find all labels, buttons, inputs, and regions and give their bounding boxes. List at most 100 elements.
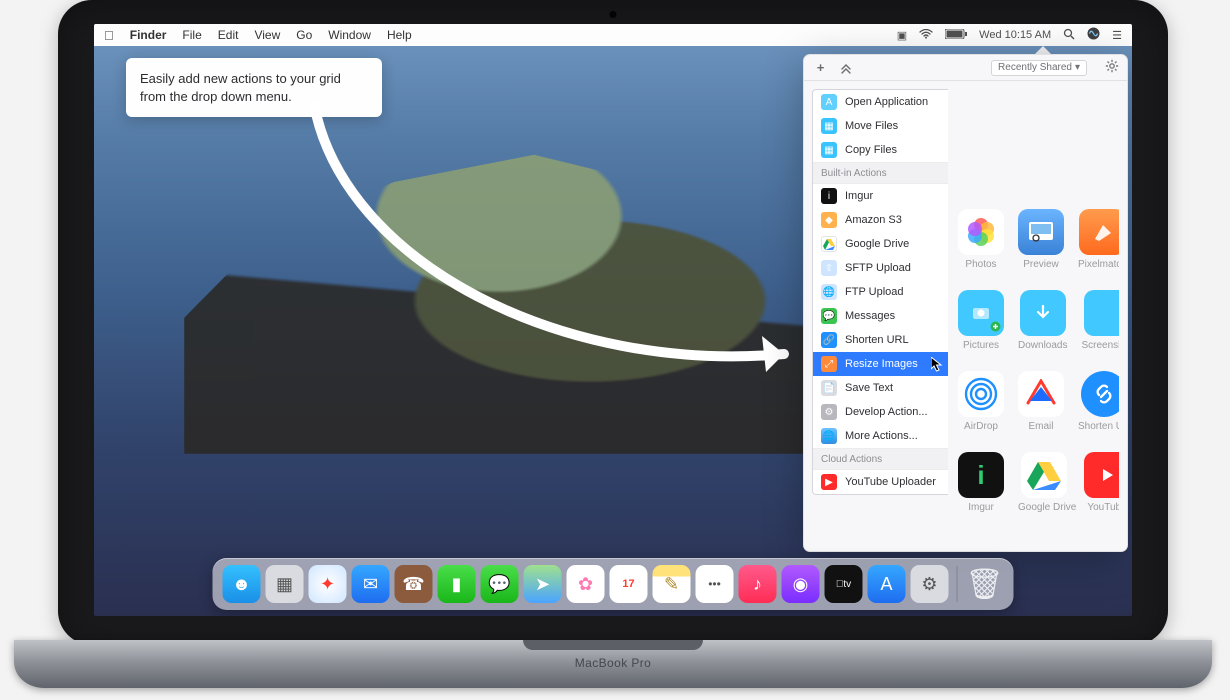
- messages-icon: 💬: [821, 308, 837, 324]
- dock-calendar[interactable]: 17: [610, 565, 648, 603]
- dock-notes[interactable]: ✎: [653, 565, 691, 603]
- tile-screenshots[interactable]: Screenshots: [1081, 290, 1119, 351]
- dock-podcasts[interactable]: ◉: [782, 565, 820, 603]
- photos-icon: [958, 209, 1004, 255]
- laptop-brand-label: MacBook Pro: [575, 656, 651, 670]
- settings-button[interactable]: [1105, 59, 1119, 76]
- gear-small-icon: ⚙: [821, 404, 837, 420]
- tile-google-drive[interactable]: Google Drive: [1018, 452, 1070, 513]
- dock-photos[interactable]: ✿: [567, 565, 605, 603]
- tile-email[interactable]: Email: [1018, 371, 1064, 432]
- battery-icon[interactable]: [945, 29, 967, 42]
- folder-downloads-icon: [1020, 290, 1066, 336]
- menu-edit[interactable]: Edit: [218, 28, 239, 42]
- dock-facetime[interactable]: ▮: [438, 565, 476, 603]
- screen-mirror-icon[interactable]: ▣: [897, 29, 907, 42]
- siri-icon[interactable]: [1087, 27, 1100, 43]
- menu-develop-action[interactable]: ⚙Develop Action...: [813, 400, 948, 424]
- actions-dropdown-menu: AOpen Application ▦Move Files ▦Copy File…: [812, 89, 948, 495]
- mac-menubar:  Finder File Edit View Go Window Help ▣: [94, 24, 1132, 46]
- application-icon: A: [821, 94, 837, 110]
- pixelmator-icon: [1079, 209, 1119, 255]
- tile-photos[interactable]: Photos: [958, 209, 1004, 270]
- menu-amazon-s3[interactable]: ◆Amazon S3: [813, 208, 948, 232]
- google-drive-icon: [821, 236, 837, 252]
- tile-pictures[interactable]: Pictures: [958, 290, 1004, 351]
- dock-reminders[interactable]: •••: [696, 565, 734, 603]
- laptop-frame:  Finder File Edit View Go Window Help ▣: [58, 0, 1168, 700]
- menu-resize-images[interactable]: ⤢Resize Images: [813, 352, 948, 376]
- dock-appstore[interactable]: A: [868, 565, 906, 603]
- imgur-icon: i: [821, 188, 837, 204]
- tile-downloads[interactable]: Downloads: [1018, 290, 1067, 351]
- menu-move-files[interactable]: ▦Move Files: [813, 114, 948, 138]
- dock-finder[interactable]: ☻: [223, 565, 261, 603]
- dock-settings[interactable]: ⚙: [911, 565, 949, 603]
- menu-google-drive[interactable]: Google Drive: [813, 232, 948, 256]
- dropzone-panel: + Recently Shared ▾ AOpen Application ▦M…: [803, 54, 1128, 552]
- wifi-icon[interactable]: [919, 29, 933, 42]
- section-builtin-header: Built-in Actions: [813, 162, 948, 184]
- dock-safari[interactable]: ✦: [309, 565, 347, 603]
- menu-copy-files[interactable]: ▦Copy Files: [813, 138, 948, 162]
- email-icon: [1018, 371, 1064, 417]
- filter-dropdown[interactable]: Recently Shared ▾: [991, 60, 1087, 76]
- notification-center-icon[interactable]: ☰: [1112, 29, 1122, 42]
- menu-go[interactable]: Go: [296, 28, 312, 42]
- tile-youtube[interactable]: YouTube: [1084, 452, 1119, 513]
- menu-save-text[interactable]: 📄Save Text: [813, 376, 948, 400]
- youtube-icon: ▶: [821, 474, 837, 490]
- clock[interactable]: Wed 10:15 AM: [979, 29, 1051, 41]
- panel-toolbar: + Recently Shared ▾: [804, 55, 1127, 81]
- menu-open-application[interactable]: AOpen Application: [813, 90, 948, 114]
- dock-launchpad[interactable]: ▦: [266, 565, 304, 603]
- tile-shorten-url[interactable]: Shorten URL: [1078, 371, 1119, 432]
- dock-trash[interactable]: 🗑: [966, 565, 1004, 603]
- spotlight-icon[interactable]: [1063, 28, 1075, 43]
- menu-more-actions[interactable]: 🌐More Actions...: [813, 424, 948, 448]
- add-action-button[interactable]: +: [812, 59, 829, 76]
- menu-file[interactable]: File: [182, 28, 201, 42]
- aws-icon: ◆: [821, 212, 837, 228]
- menu-imgur[interactable]: iImgur: [813, 184, 948, 208]
- dock-maps[interactable]: ➤: [524, 565, 562, 603]
- dock-separator: [957, 566, 958, 602]
- filter-label: Recently Shared: [998, 62, 1072, 73]
- folder-plus-icon: ▦: [821, 142, 837, 158]
- tile-airdrop[interactable]: AirDrop: [958, 371, 1004, 432]
- collapse-button[interactable]: [837, 59, 854, 76]
- app-name[interactable]: Finder: [130, 28, 167, 42]
- menu-window[interactable]: Window: [328, 28, 371, 42]
- apple-menu-icon[interactable]: : [104, 28, 114, 43]
- menu-shorten-url[interactable]: 🔗Shorten URL: [813, 328, 948, 352]
- folder-pictures-icon: [958, 290, 1004, 336]
- dock-contacts[interactable]: ☎: [395, 565, 433, 603]
- folder-screenshots-icon: [1084, 290, 1119, 336]
- dock-messages[interactable]: 💬: [481, 565, 519, 603]
- document-icon: 📄: [821, 380, 837, 396]
- menu-ftp-upload[interactable]: 🌐FTP Upload: [813, 280, 948, 304]
- tile-imgur[interactable]: iImgur: [958, 452, 1004, 513]
- menu-help[interactable]: Help: [387, 28, 412, 42]
- instruction-tooltip: Easily add new actions to your grid from…: [126, 58, 382, 117]
- shorten-url-icon: [1081, 371, 1119, 417]
- tile-pixelmator[interactable]: Pixelmator: [1078, 209, 1119, 270]
- section-cloud-header: Cloud Actions: [813, 448, 948, 470]
- dock-music[interactable]: ♪: [739, 565, 777, 603]
- dock-mail[interactable]: ✉: [352, 565, 390, 603]
- upload-icon: ⇧: [821, 260, 837, 276]
- menu-youtube-uploader[interactable]: ▶YouTube Uploader: [813, 470, 948, 494]
- globe-icon: 🌐: [821, 428, 837, 444]
- preview-icon: [1018, 209, 1064, 255]
- menu-messages[interactable]: 💬Messages: [813, 304, 948, 328]
- actions-grid: Photos Preview Pixelmator Pictures Downl…: [954, 89, 1119, 543]
- menu-sftp-upload[interactable]: ⇧SFTP Upload: [813, 256, 948, 280]
- globe-upload-icon: 🌐: [821, 284, 837, 300]
- tooltip-text: Easily add new actions to your grid from…: [140, 71, 341, 104]
- tile-preview[interactable]: Preview: [1018, 209, 1064, 270]
- folder-icon: ▦: [821, 118, 837, 134]
- menu-view[interactable]: View: [254, 28, 280, 42]
- resize-icon: ⤢: [821, 356, 837, 372]
- menubar-status: ▣ Wed 10:15 AM ☰: [897, 27, 1122, 43]
- dock-tv[interactable]: tv: [825, 565, 863, 603]
